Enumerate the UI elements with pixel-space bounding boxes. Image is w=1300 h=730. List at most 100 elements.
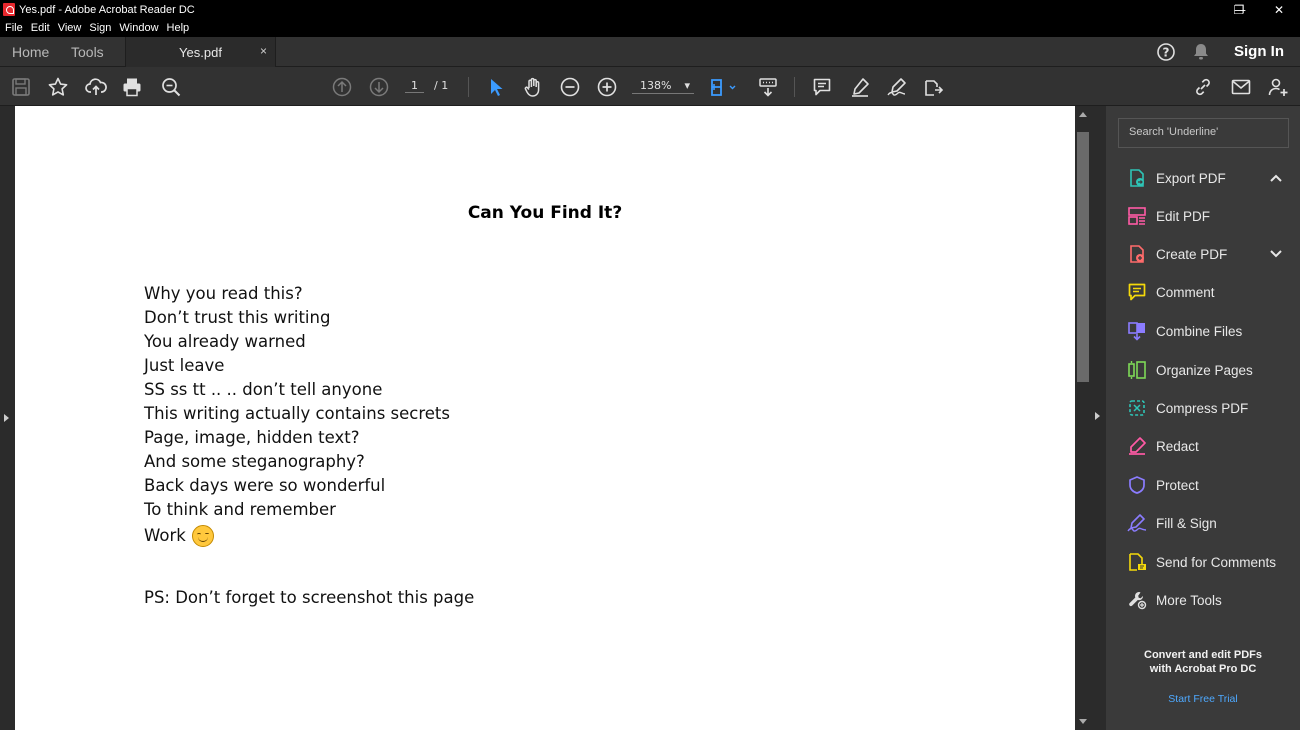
tool-label: Edit PDF [1156, 208, 1211, 224]
zoom-in-icon[interactable] [595, 75, 619, 99]
compress-pdf-icon [1126, 397, 1148, 419]
zoom-level-dropdown[interactable]: 138% ▾ [632, 79, 694, 94]
organize-pages-icon [1126, 359, 1148, 381]
menu-file[interactable]: File [5, 22, 23, 34]
tool-export-pdf[interactable]: Export PDF [1126, 165, 1226, 191]
scrollbar-thumb[interactable] [1077, 132, 1089, 382]
document-line: You already warned [144, 332, 306, 351]
page-total: / 1 [434, 79, 449, 92]
zoom-out-icon[interactable] [558, 75, 582, 99]
tool-label: Fill & Sign [1156, 515, 1217, 531]
document-line: Why you read this? [144, 284, 303, 303]
document-line: Just leave [144, 356, 225, 375]
document-line: Back days were so wonderful [144, 476, 386, 495]
bookmark-star-icon[interactable] [46, 75, 70, 99]
document-page: Can You Find It? Why you read this? Don’… [15, 106, 1075, 730]
start-free-trial-link[interactable]: Start Free Trial [1106, 693, 1300, 705]
tool-label: More Tools [1156, 592, 1222, 608]
send-comments-icon [1126, 551, 1148, 573]
add-user-icon[interactable] [1266, 75, 1290, 99]
mail-icon[interactable] [1229, 75, 1253, 99]
main-toolbar: 1 / 1 138% ▾ [0, 67, 1300, 106]
select-pointer-icon[interactable] [484, 75, 508, 99]
tool-redact[interactable]: Redact [1126, 433, 1199, 459]
comment-icon[interactable] [810, 75, 834, 99]
save-icon[interactable] [9, 75, 33, 99]
sign-in-button[interactable]: Sign In [1234, 43, 1284, 60]
tab-home[interactable]: Home [12, 37, 49, 67]
menu-edit[interactable]: Edit [31, 22, 50, 34]
tool-label: Protect [1156, 477, 1199, 493]
page-up-icon[interactable] [330, 75, 354, 99]
chevron-down-icon[interactable] [1269, 247, 1283, 261]
tool-create-pdf[interactable]: Create PDF [1126, 241, 1227, 267]
tool-label: Export PDF [1156, 170, 1226, 186]
restore-button[interactable]: ❐ [1218, 0, 1260, 19]
page-number-field: 1 / 1 [405, 79, 448, 93]
document-line-text: Work [144, 526, 186, 545]
menu-window[interactable]: Window [119, 22, 158, 34]
tool-label: Redact [1156, 438, 1199, 454]
close-window-button[interactable]: ✕ [1258, 0, 1300, 19]
bell-icon[interactable] [1191, 42, 1211, 62]
tool-label: Create PDF [1156, 246, 1228, 262]
menu-help[interactable]: Help [167, 22, 190, 34]
document-line: To think and remember [144, 500, 336, 519]
menu-sign[interactable]: Sign [89, 22, 111, 34]
tools-search-input[interactable]: Search 'Underline' [1118, 118, 1289, 148]
right-panel-toggle[interactable] [1091, 106, 1106, 730]
page-current-input[interactable]: 1 [405, 79, 424, 93]
chevron-up-icon[interactable] [1269, 171, 1283, 185]
comment-tool-icon [1126, 281, 1148, 303]
export-pdf-icon [1126, 167, 1148, 189]
tool-label: Compress PDF [1156, 400, 1249, 416]
tools-pane: Search 'Underline' Export PDF Edit PDF C… [1106, 106, 1300, 730]
chevron-right-icon [1095, 412, 1100, 420]
document-body: Why you read this? Don’t trust this writ… [144, 282, 450, 550]
tool-compress-pdf[interactable]: Compress PDF [1126, 395, 1248, 421]
document-line: And some steganography? [144, 452, 365, 471]
upload-cloud-icon[interactable] [84, 75, 108, 99]
document-line-last: Work [144, 522, 450, 550]
tool-label: Combine Files [1156, 323, 1243, 339]
highlight-pen-icon[interactable] [848, 75, 872, 99]
tool-edit-pdf[interactable]: Edit PDF [1126, 203, 1210, 229]
tool-organize-pages[interactable]: Organize Pages [1126, 357, 1253, 383]
left-panel-toggle[interactable] [0, 106, 15, 730]
tab-tools[interactable]: Tools [71, 37, 104, 67]
chevron-right-icon [4, 414, 9, 422]
sign-icon[interactable] [885, 75, 909, 99]
tool-label: Comment [1156, 284, 1215, 300]
link-icon[interactable] [1191, 75, 1215, 99]
scroll-up-arrow-icon[interactable] [1079, 112, 1087, 117]
hand-icon[interactable] [521, 75, 545, 99]
tool-combine-files[interactable]: Combine Files [1126, 318, 1242, 344]
zoom-level-value: 138% [640, 79, 672, 92]
tool-comment[interactable]: Comment [1126, 279, 1215, 305]
tool-fill-sign[interactable]: Fill & Sign [1126, 510, 1217, 536]
menu-view[interactable]: View [58, 22, 82, 34]
document-line: SS ss tt .. .. don’t tell anyone [144, 380, 383, 399]
help-icon[interactable]: ? [1156, 42, 1176, 62]
print-icon[interactable] [120, 75, 144, 99]
tab-document[interactable]: Yes.pdf × [125, 37, 276, 67]
document-line: Page, image, hidden text? [144, 428, 360, 447]
toolbar-divider [794, 77, 795, 97]
tool-more-tools[interactable]: More Tools [1126, 587, 1222, 613]
fit-page-icon[interactable] [708, 75, 738, 99]
close-tab-icon[interactable]: × [260, 44, 267, 58]
protect-shield-icon [1126, 474, 1148, 496]
tool-protect[interactable]: Protect [1126, 472, 1199, 498]
share-icon[interactable] [922, 75, 946, 99]
toolbar-divider [468, 77, 469, 97]
scroll-mode-icon[interactable] [756, 75, 780, 99]
chevron-down-icon: ▾ [684, 79, 690, 92]
zoom-search-icon[interactable] [159, 75, 183, 99]
acrobat-logo-icon [3, 3, 15, 16]
document-line: This writing actually contains secrets [144, 404, 450, 423]
page-down-icon[interactable] [367, 75, 391, 99]
scroll-down-arrow-icon[interactable] [1079, 719, 1087, 724]
more-tools-icon [1126, 589, 1148, 611]
tool-send-for-comments[interactable]: Send for Comments [1126, 549, 1276, 575]
vertical-scrollbar[interactable] [1075, 106, 1091, 730]
